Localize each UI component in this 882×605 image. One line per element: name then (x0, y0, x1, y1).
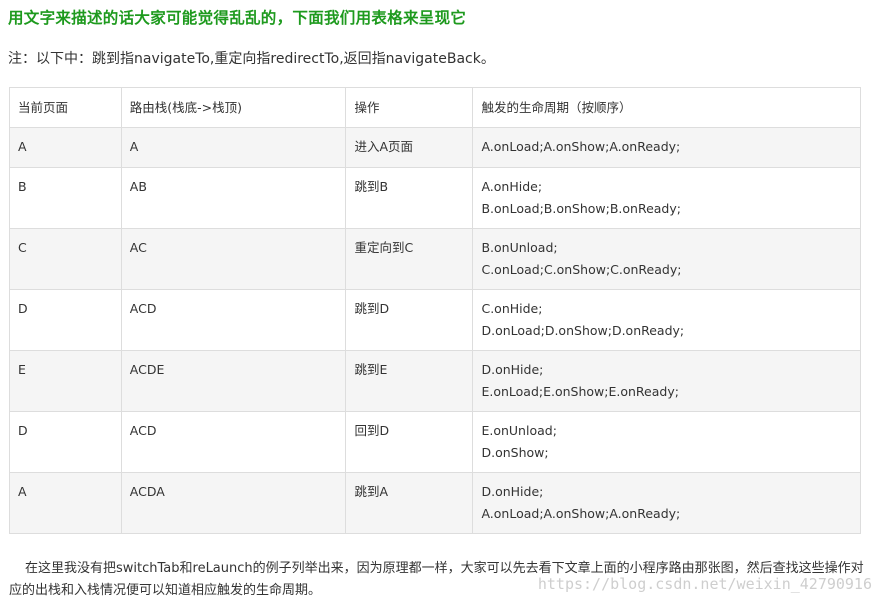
cell-operation: 跳到A (345, 472, 474, 534)
lifecycle-line: A.onHide; (481, 179, 543, 194)
table-row: D ACD 回到D E.onUnload; D.onShow; (9, 411, 861, 473)
header-route-stack: 路由栈(栈底->栈顶) (120, 87, 347, 128)
header-lifecycle: 触发的生命周期（按顺序） (472, 87, 861, 128)
cell-operation: 进入A页面 (345, 127, 474, 168)
cell-lifecycle: B.onUnload; C.onLoad;C.onShow;C.onReady; (472, 228, 861, 290)
lifecycle-line: A.onLoad;A.onShow;A.onReady; (481, 506, 681, 521)
lifecycle-line: A.onLoad;A.onShow;A.onReady; (481, 139, 681, 154)
lifecycle-line: D.onShow; (481, 445, 549, 460)
table-row: E ACDE 跳到E D.onHide; E.onLoad;E.onShow;E… (9, 350, 861, 412)
cell-lifecycle: D.onHide; A.onLoad;A.onShow;A.onReady; (472, 472, 861, 534)
cell-stack: ACDE (120, 350, 347, 412)
cell-lifecycle: E.onUnload; D.onShow; (472, 411, 861, 473)
cell-lifecycle: D.onHide; E.onLoad;E.onShow;E.onReady; (472, 350, 861, 412)
route-lifecycle-table: 当前页面 路由栈(栈底->栈顶) 操作 触发的生命周期（按顺序） A A 进入A… (9, 87, 861, 534)
table-header: 当前页面 路由栈(栈底->栈顶) 操作 触发的生命周期（按顺序） (9, 87, 861, 128)
lifecycle-line: D.onLoad;D.onShow;D.onReady; (481, 323, 685, 338)
cell-stack: AB (120, 167, 347, 229)
cell-stack: A (120, 127, 347, 168)
lifecycle-line: E.onUnload; (481, 423, 557, 438)
note-text: 注：以下中：跳到指navigateTo,重定向指redirectTo,返回指na… (8, 51, 495, 67)
cell-operation: 回到D (345, 411, 474, 473)
table-row: B AB 跳到B A.onHide; B.onLoad;B.onShow;B.o… (9, 167, 861, 229)
cell-page: B (9, 167, 122, 229)
header-current-page: 当前页面 (9, 87, 122, 128)
cell-page: D (9, 289, 122, 351)
lifecycle-line: E.onLoad;E.onShow;E.onReady; (481, 384, 679, 399)
lifecycle-line: D.onHide; (481, 362, 544, 377)
cell-operation: 重定向到C (345, 228, 474, 290)
page-heading: 用文字来描述的话大家可能觉得乱乱的，下面我们用表格来呈现它 (8, 9, 467, 27)
lifecycle-line: D.onHide; (481, 484, 544, 499)
cell-page: A (9, 472, 122, 534)
header-operation: 操作 (345, 87, 474, 128)
footer-paragraph: 在这里我没有把switchTab和reLaunch的例子列举出来，因为原理都一样… (9, 561, 864, 598)
cell-operation: 跳到E (345, 350, 474, 412)
table-row: D ACD 跳到D C.onHide; D.onLoad;D.onShow;D.… (9, 289, 861, 351)
lifecycle-line: B.onLoad;B.onShow;B.onReady; (481, 201, 681, 216)
table-row: A ACDA 跳到A D.onHide; A.onLoad;A.onShow;A… (9, 472, 861, 534)
table-row: C AC 重定向到C B.onUnload; C.onLoad;C.onShow… (9, 228, 861, 290)
cell-operation: 跳到D (345, 289, 474, 351)
cell-page: D (9, 411, 122, 473)
cell-page: E (9, 350, 122, 412)
lifecycle-line: B.onUnload; (481, 240, 558, 255)
cell-stack: ACD (120, 411, 347, 473)
cell-page: C (9, 228, 122, 290)
table-row: A A 进入A页面 A.onLoad;A.onShow;A.onReady; (9, 127, 861, 168)
table-header-row: 当前页面 路由栈(栈底->栈顶) 操作 触发的生命周期（按顺序） (9, 87, 861, 128)
cell-lifecycle: C.onHide; D.onLoad;D.onShow;D.onReady; (472, 289, 861, 351)
cell-page: A (9, 127, 122, 168)
cell-stack: ACDA (120, 472, 347, 534)
lifecycle-line: C.onHide; (481, 301, 543, 316)
cell-operation: 跳到B (345, 167, 474, 229)
cell-stack: ACD (120, 289, 347, 351)
cell-stack: AC (120, 228, 347, 290)
table-body: A A 进入A页面 A.onLoad;A.onShow;A.onReady; B… (9, 127, 861, 534)
cell-lifecycle: A.onHide; B.onLoad;B.onShow;B.onReady; (472, 167, 861, 229)
cell-lifecycle: A.onLoad;A.onShow;A.onReady; (472, 127, 861, 168)
lifecycle-line: C.onLoad;C.onShow;C.onReady; (481, 262, 682, 277)
